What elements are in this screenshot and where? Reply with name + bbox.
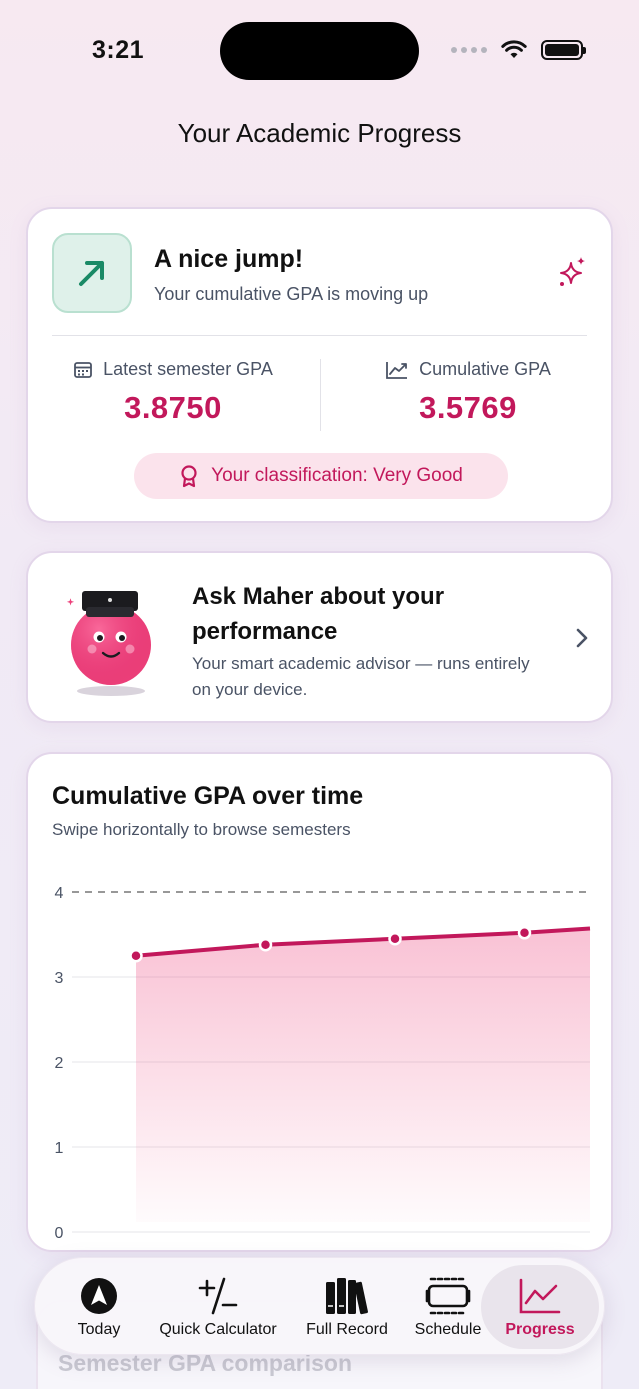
card-divider xyxy=(52,335,587,336)
tab-full-record[interactable]: Full Record xyxy=(297,1258,397,1356)
latest-gpa-stat: Latest semester GPA 3.8750 xyxy=(38,359,308,426)
progress-chart-icon xyxy=(519,1278,561,1314)
schedule-icon xyxy=(425,1277,471,1315)
y-tick-label: 1 xyxy=(55,1140,64,1157)
status-bar: 3:21 xyxy=(0,0,639,100)
cumulative-gpa-chart[interactable]: 0 1 2 3 4 xyxy=(28,854,613,1252)
tab-bar: Today Quick Calculator Full Record Sched… xyxy=(34,1257,605,1355)
gpa-data-point xyxy=(129,949,143,963)
page-title: Your Academic Progress xyxy=(177,118,462,148)
progress-summary-card: A nice jump! Your cumulative GPA is movi… xyxy=(26,207,613,523)
cumulative-gpa-stat: Cumulative GPA 3.5769 xyxy=(333,359,603,426)
gpa-data-point xyxy=(258,937,273,952)
latest-gpa-value: 3.8750 xyxy=(124,390,222,425)
tab-full-record-label: Full Record xyxy=(306,1321,388,1338)
tab-quick-calculator[interactable]: Quick Calculator xyxy=(151,1258,285,1356)
tab-progress[interactable]: Progress xyxy=(481,1265,599,1349)
battery-icon xyxy=(541,40,586,60)
progress-subtitle: Your cumulative GPA is moving up xyxy=(154,284,429,304)
maher-avatar xyxy=(66,591,151,696)
classification-badge: Your classification: Very Good xyxy=(134,453,508,499)
stat-divider xyxy=(320,359,321,431)
tab-schedule-label: Schedule xyxy=(414,1321,482,1338)
compass-icon xyxy=(81,1278,117,1314)
status-indicators xyxy=(451,40,586,60)
latest-gpa-label: Latest semester GPA xyxy=(103,359,273,379)
calendar-icon xyxy=(74,361,93,378)
classification-text: Your classification: Very Good xyxy=(211,465,463,486)
award-ribbon-icon xyxy=(181,465,197,488)
chart-title: Cumulative GPA over time xyxy=(52,782,364,810)
tab-today-label: Today xyxy=(77,1321,121,1338)
wifi-icon xyxy=(501,40,527,58)
trend-badge xyxy=(52,233,132,313)
tab-today[interactable]: Today xyxy=(59,1258,139,1356)
status-time: 3:21 xyxy=(92,36,145,64)
gpa-area-fill xyxy=(136,928,590,1222)
sparkle-icon xyxy=(560,257,585,286)
line-chart-icon xyxy=(386,361,408,379)
y-tick-label: 3 xyxy=(55,970,64,987)
signal-icon xyxy=(451,47,487,53)
chart-subtitle: Swipe horizontally to browse semesters xyxy=(52,820,351,839)
y-tick-label: 0 xyxy=(55,1225,64,1242)
cumulative-gpa-value: 3.5769 xyxy=(419,390,517,425)
y-tick-label: 4 xyxy=(55,885,64,902)
tab-schedule[interactable]: Schedule xyxy=(407,1258,489,1356)
chevron-right-icon xyxy=(576,628,588,648)
gpa-data-point xyxy=(517,926,532,940)
y-tick-label: 2 xyxy=(55,1055,64,1072)
tab-progress-label: Progress xyxy=(505,1321,575,1338)
tab-quick-calculator-label: Quick Calculator xyxy=(159,1321,277,1338)
maher-subtitle: Your smart academic advisor — runs entir… xyxy=(192,654,530,699)
maher-title: Ask Maher about your performance xyxy=(192,583,445,645)
trend-up-icon xyxy=(79,261,104,286)
cumulative-gpa-chart-card[interactable]: Cumulative GPA over time Swipe horizonta… xyxy=(26,752,613,1252)
progress-headline: A nice jump! xyxy=(154,245,304,273)
dynamic-island xyxy=(220,22,419,80)
cumulative-gpa-label: Cumulative GPA xyxy=(419,359,551,379)
books-icon xyxy=(326,1278,368,1315)
gpa-data-point xyxy=(388,932,402,946)
plus-minus-icon xyxy=(198,1277,238,1315)
ask-maher-card[interactable]: Ask Maher about your performance Your sm… xyxy=(26,551,613,723)
